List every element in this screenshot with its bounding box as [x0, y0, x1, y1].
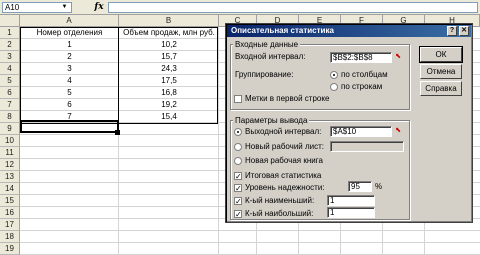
ok-button[interactable]: ОК [419, 46, 463, 63]
collapse-dialog-icon[interactable]: ⬉ [393, 52, 403, 62]
confidence-level-field[interactable]: 95 [348, 181, 372, 192]
input-group-title: Входные данные [233, 40, 301, 49]
row-header-18[interactable]: 18 [0, 231, 20, 243]
grid-row-line [20, 230, 480, 231]
row-header-10[interactable]: 10 [0, 135, 20, 147]
grid-row-line [20, 242, 480, 243]
row-header-17[interactable]: 17 [0, 219, 20, 231]
row-header-16[interactable]: 16 [0, 207, 20, 219]
kth-smallest-field[interactable]: 1 [327, 195, 375, 206]
radio-by-rows[interactable] [330, 83, 338, 91]
confidence-level-checkbox[interactable]: ✓ [234, 184, 242, 193]
row-header-12[interactable]: 12 [0, 159, 20, 171]
row-header-5[interactable]: 5 [0, 75, 20, 87]
output-range-field[interactable]: $A$10 [330, 126, 392, 137]
row-header-11[interactable]: 11 [0, 147, 20, 159]
active-cell-a10[interactable] [20, 120, 119, 133]
dialog-title[interactable]: Описательная статистика [227, 25, 471, 37]
new-sheet-field[interactable] [330, 141, 404, 152]
grouping-label: Группирование: [235, 70, 294, 79]
summary-stats-checkbox[interactable]: ✓ [234, 172, 242, 181]
row-header-13[interactable]: 13 [0, 171, 20, 183]
summary-stats-label: Итоговая статистика [245, 171, 322, 180]
input-range-field[interactable]: $B$2:$B$8 [330, 52, 392, 63]
chevron-down-icon[interactable]: ▼ [60, 3, 69, 12]
kth-smallest-checkbox[interactable]: ✓ [234, 197, 242, 206]
row-header-19[interactable]: 19 [0, 243, 20, 255]
row-header-2[interactable]: 2 [0, 39, 20, 51]
cancel-button[interactable]: Отмена [420, 64, 462, 79]
help-icon[interactable]: ? [447, 26, 457, 36]
column-header-b[interactable]: B [119, 15, 219, 27]
row-header-15[interactable]: 15 [0, 195, 20, 207]
by-columns-label: по столбцам [341, 70, 388, 79]
fill-handle[interactable] [115, 130, 120, 135]
collapse-dialog-icon[interactable]: ⬉ [393, 126, 403, 136]
row-header-14[interactable]: 14 [0, 183, 20, 195]
row-header-1[interactable]: 1 [0, 27, 20, 39]
table-border [20, 27, 218, 124]
radio-new-sheet[interactable] [234, 143, 242, 151]
input-range-label: Входной интервал: [235, 52, 306, 61]
radio-output-range[interactable] [234, 128, 242, 136]
formula-input[interactable] [108, 2, 478, 13]
close-icon[interactable]: ✕ [459, 26, 469, 36]
row-header-6[interactable]: 6 [0, 87, 20, 99]
column-header-a[interactable]: A [20, 15, 119, 27]
kth-smallest-label: К-ый наименьший: [245, 196, 315, 205]
kth-largest-checkbox[interactable]: ✓ [234, 210, 242, 219]
row-header-7[interactable]: 7 [0, 99, 20, 111]
new-sheet-label: Новый рабочий лист: [245, 142, 325, 151]
row-header-4[interactable]: 4 [0, 63, 20, 75]
fx-icon[interactable]: fx [93, 1, 105, 13]
labels-first-row-checkbox[interactable] [234, 95, 242, 103]
output-group-title: Параметры вывода [233, 116, 310, 125]
kth-largest-field[interactable]: 1 [327, 207, 375, 218]
by-rows-label: по строкам [341, 82, 383, 91]
kth-largest-label: К-ый наибольший: [245, 209, 314, 218]
select-all-corner[interactable] [0, 15, 20, 27]
row-header-9[interactable]: 9 [0, 123, 20, 135]
confidence-level-label: Уровень надежности: [245, 183, 325, 192]
radio-new-book[interactable] [234, 157, 242, 165]
output-range-label: Выходной интервал: [245, 127, 322, 136]
percent-label: % [375, 182, 383, 191]
help-button[interactable]: Справка [420, 81, 462, 96]
labels-first-row-label: Метки в первой строке [245, 94, 330, 103]
table-divider [118, 27, 119, 124]
radio-by-columns[interactable] [330, 71, 338, 79]
row-header-3[interactable]: 3 [0, 51, 20, 63]
row-header-8[interactable]: 8 [0, 111, 20, 123]
new-book-label: Новая рабочая книга [245, 156, 323, 165]
